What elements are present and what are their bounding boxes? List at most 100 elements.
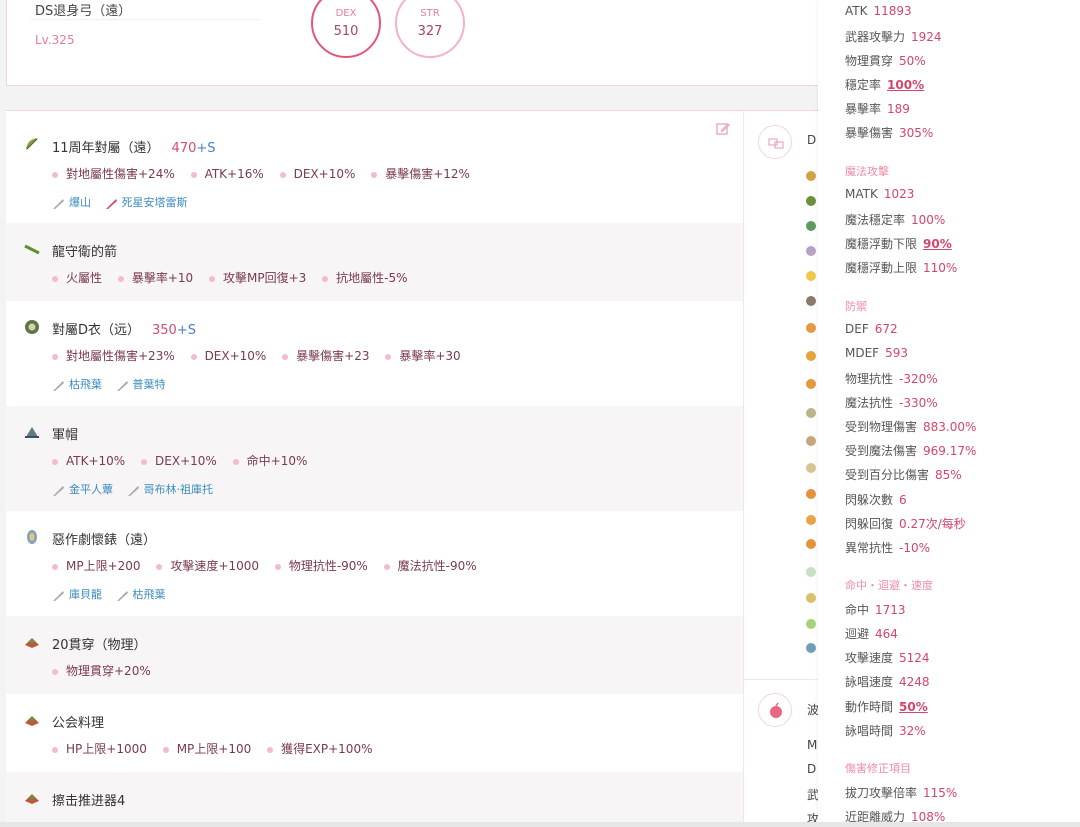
stat-circle-str[interactable]: STR 327: [395, 0, 465, 58]
status-row: 攻擊速度 5124: [845, 651, 930, 665]
skill-icon: [806, 351, 816, 361]
status-row: 迴避 464: [845, 627, 898, 641]
status-row: DEF 672: [845, 322, 898, 336]
equipment-stats: ATK+10% DEX+10% 命中+10%: [52, 452, 319, 469]
skill-icon: [806, 515, 816, 525]
stat-item: MP上限+100: [162, 740, 251, 757]
stat-item: MP上限+200: [52, 557, 141, 574]
apple-icon[interactable]: [758, 693, 792, 727]
equipment-title: 擦击推进器4: [52, 790, 125, 809]
stat-item: 命中+10%: [232, 452, 307, 469]
crystal-item[interactable]: 枯飛葉: [116, 586, 166, 602]
equipment-name: 龍守衛的箭: [52, 245, 118, 260]
crystal-icon: [105, 198, 117, 209]
refine-plus: +S: [176, 323, 196, 338]
status-row: 魔穩浮動下限 90%: [845, 237, 952, 251]
watch-icon: [24, 529, 40, 545]
status-row: 暴擊率 189: [845, 102, 910, 116]
status-row: 詠唱速度 4248: [845, 675, 930, 689]
crystal-item[interactable]: 庫貝龍: [52, 586, 102, 602]
equipment-row-additional[interactable]: 軍帽 ATK+10% DEX+10% 命中+10% 金平人蕈 哥布林·祖庫托: [6, 406, 743, 511]
equipment-row-food[interactable]: 公会料理 HP上限+1000 MP上限+100 獲得EXP+100%: [6, 694, 743, 772]
status-row: 魔法穩定率 100%: [845, 213, 946, 227]
crystal-item[interactable]: 哥布林·祖庫托: [127, 481, 213, 497]
equipment-title: 惡作劇懷錶（遠）: [52, 529, 156, 548]
equipment-row-avatar[interactable]: 20貫穿（物理） 物理貫穿+20%: [6, 616, 743, 694]
panel-divider: [744, 679, 818, 680]
skill-icon: [806, 171, 816, 181]
status-row: 物理抗性 -320%: [845, 372, 938, 386]
stat-item: 對地屬性傷害+24%: [52, 165, 175, 182]
equipment-stats: 對地屬性傷害+24% ATK+16% DEX+10% 暴擊傷害+12%: [52, 165, 482, 182]
crystal-icon: [53, 380, 64, 391]
status-row: 受到魔法傷害 969.17%: [845, 444, 977, 458]
status-row: 閃躲回復 0.27次/每秒: [845, 517, 966, 531]
stat-item: ATK+10%: [52, 454, 125, 468]
cake-icon: [24, 790, 40, 806]
refine-plus: +S: [196, 141, 216, 156]
equipment-stats: 物理貫穿+20%: [52, 662, 163, 679]
stat-item: ATK+16%: [190, 167, 264, 181]
crystal-item[interactable]: 死星安塔雷斯: [105, 194, 188, 210]
equipment-name: 11周年對屬（遠）: [52, 141, 160, 156]
skill-icon: [806, 296, 816, 306]
equipment-name: 軍帽: [52, 428, 79, 443]
stat-circle-dex[interactable]: DEX 510: [311, 0, 381, 58]
stat-item: 暴擊傷害+12%: [371, 165, 470, 182]
status-row: 閃躲次數 6: [845, 493, 907, 507]
skill-icon: [806, 567, 816, 577]
equipment-title: 對屬D衣（远） 350+S: [52, 319, 196, 338]
arrow-icon: [24, 241, 40, 257]
section-title: 傷害修正項目: [845, 762, 911, 775]
status-row: MDEF 593: [845, 346, 908, 360]
stat-item: 物理貫穿+20%: [52, 662, 151, 679]
crystal-list: 庫貝龍 枯飛葉: [52, 586, 176, 602]
equipment-stats: 對地屬性傷害+23% DEX+10% 暴擊傷害+23 暴擊率+30: [52, 347, 473, 364]
skill-icon: [806, 221, 816, 231]
equipment-name: 公会料理: [52, 716, 105, 731]
equipment-name: 擦击推进器4: [52, 794, 126, 809]
crystal-list: 金平人蕈 哥布林·祖庫托: [52, 481, 223, 497]
status-row: 物理貫穿 50%: [845, 54, 926, 68]
crystal-list: 爆山 死星安塔雷斯: [52, 194, 198, 210]
hat-icon: [24, 424, 40, 440]
equipment-row-sub-weapon[interactable]: 龍守衛的箭 火屬性 暴擊率+10 攻擊MP回復+3 抗地屬性-5%: [6, 223, 743, 301]
equipment-stats: HP上限+1000 MP上限+100 獲得EXP+100%: [52, 740, 384, 757]
skill-icon: [806, 539, 816, 549]
stat-item: DEX+10%: [141, 454, 217, 468]
equipment-title: 公会料理: [52, 712, 104, 731]
crystal-item[interactable]: 普葉特: [116, 376, 166, 392]
status-row: 動作時間 50%: [845, 700, 928, 714]
status-row: MATK 1023: [845, 187, 915, 201]
skill-icon: [806, 489, 816, 499]
status-row: 詠唱時間 32%: [845, 724, 926, 738]
status-row: 命中 1713: [845, 603, 906, 617]
stat-item: 獲得EXP+100%: [267, 740, 372, 757]
status-panel: ATK 11893 武器攻擊力 1924 物理貫穿 50% 穩定率 100% 暴擊率 18…: [818, 0, 1080, 827]
stat-item: 暴擊率+30: [385, 347, 461, 364]
stat-item: HP上限+1000: [52, 740, 147, 757]
skill-icon: [806, 408, 816, 418]
crystal-item[interactable]: 金平人蕈: [52, 481, 113, 497]
skill-panel: D 波 M D 武 攻: [743, 110, 818, 827]
equipment-row-armor[interactable]: 對屬D衣（远） 350+S 對地屬性傷害+23% DEX+10% 暴擊傷害+23 …: [6, 301, 743, 406]
stat-label: DEX: [335, 8, 357, 19]
equipment-row-main-weapon[interactable]: 11周年對屬（遠） 470+S 對地屬性傷害+24% ATK+16% DEX+10…: [6, 121, 743, 223]
skill-label: 波: [807, 703, 818, 717]
equipment-row-registlet[interactable]: 擦击推进器4: [6, 772, 743, 827]
horizontal-scrollbar[interactable]: [0, 822, 1080, 827]
character-name: DS退身弓（遠）: [35, 4, 132, 19]
bow-icon: [24, 136, 40, 152]
crystal-item[interactable]: 爆山: [52, 194, 91, 210]
character-level: Lv.325: [35, 33, 75, 47]
equipment-panel: 11周年對屬（遠） 470+S 對地屬性傷害+24% ATK+16% DEX+10…: [6, 110, 743, 827]
stat-item: 暴擊傷害+23: [282, 347, 370, 364]
stat-item: 火屬性: [52, 269, 102, 286]
name-divider: [31, 19, 259, 20]
skill-circle-icon[interactable]: [758, 125, 792, 159]
crystal-icon: [53, 590, 64, 601]
equipment-row-special[interactable]: 惡作劇懷錶（遠） MP上限+200 攻擊速度+1000 物理抗性-90% 魔法抗…: [6, 511, 743, 616]
equipment-title: 軍帽: [52, 424, 78, 443]
crystal-icon: [116, 380, 128, 391]
crystal-item[interactable]: 枯飛葉: [52, 376, 102, 392]
